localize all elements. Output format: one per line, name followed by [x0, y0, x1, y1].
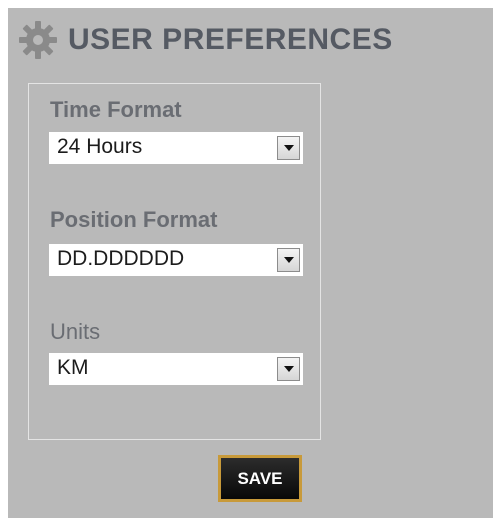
- preferences-form: Time Format 24 Hours Position Format DD.…: [28, 83, 321, 440]
- time-format-value: 24 Hours: [57, 135, 143, 158]
- position-format-dropdown-button[interactable]: [277, 248, 300, 272]
- units-dropdown-button[interactable]: [277, 357, 300, 381]
- save-button-label: SAVE: [237, 468, 283, 488]
- units-label: Units: [50, 319, 101, 344]
- time-format-dropdown-button[interactable]: [277, 136, 300, 160]
- position-format-select[interactable]: DD.DDDDDD: [49, 244, 303, 276]
- panel-header: USER PREFERENCES: [18, 20, 393, 60]
- units-select[interactable]: KM: [49, 353, 303, 385]
- time-format-label: Time Format: [50, 97, 182, 122]
- page-title: USER PREFERENCES: [68, 23, 393, 56]
- position-format-label: Position Format: [50, 207, 218, 232]
- gear-icon: [19, 21, 57, 59]
- chevron-down-icon: [283, 145, 294, 151]
- save-button[interactable]: SAVE: [218, 455, 302, 502]
- time-format-select[interactable]: 24 Hours: [49, 132, 303, 164]
- chevron-down-icon: [283, 366, 294, 372]
- user-preferences-panel: USER PREFERENCES Time Format 24 Hours Po…: [8, 8, 493, 518]
- units-value: KM: [57, 356, 89, 379]
- position-format-value: DD.DDDDDD: [57, 247, 185, 270]
- chevron-down-icon: [283, 257, 294, 263]
